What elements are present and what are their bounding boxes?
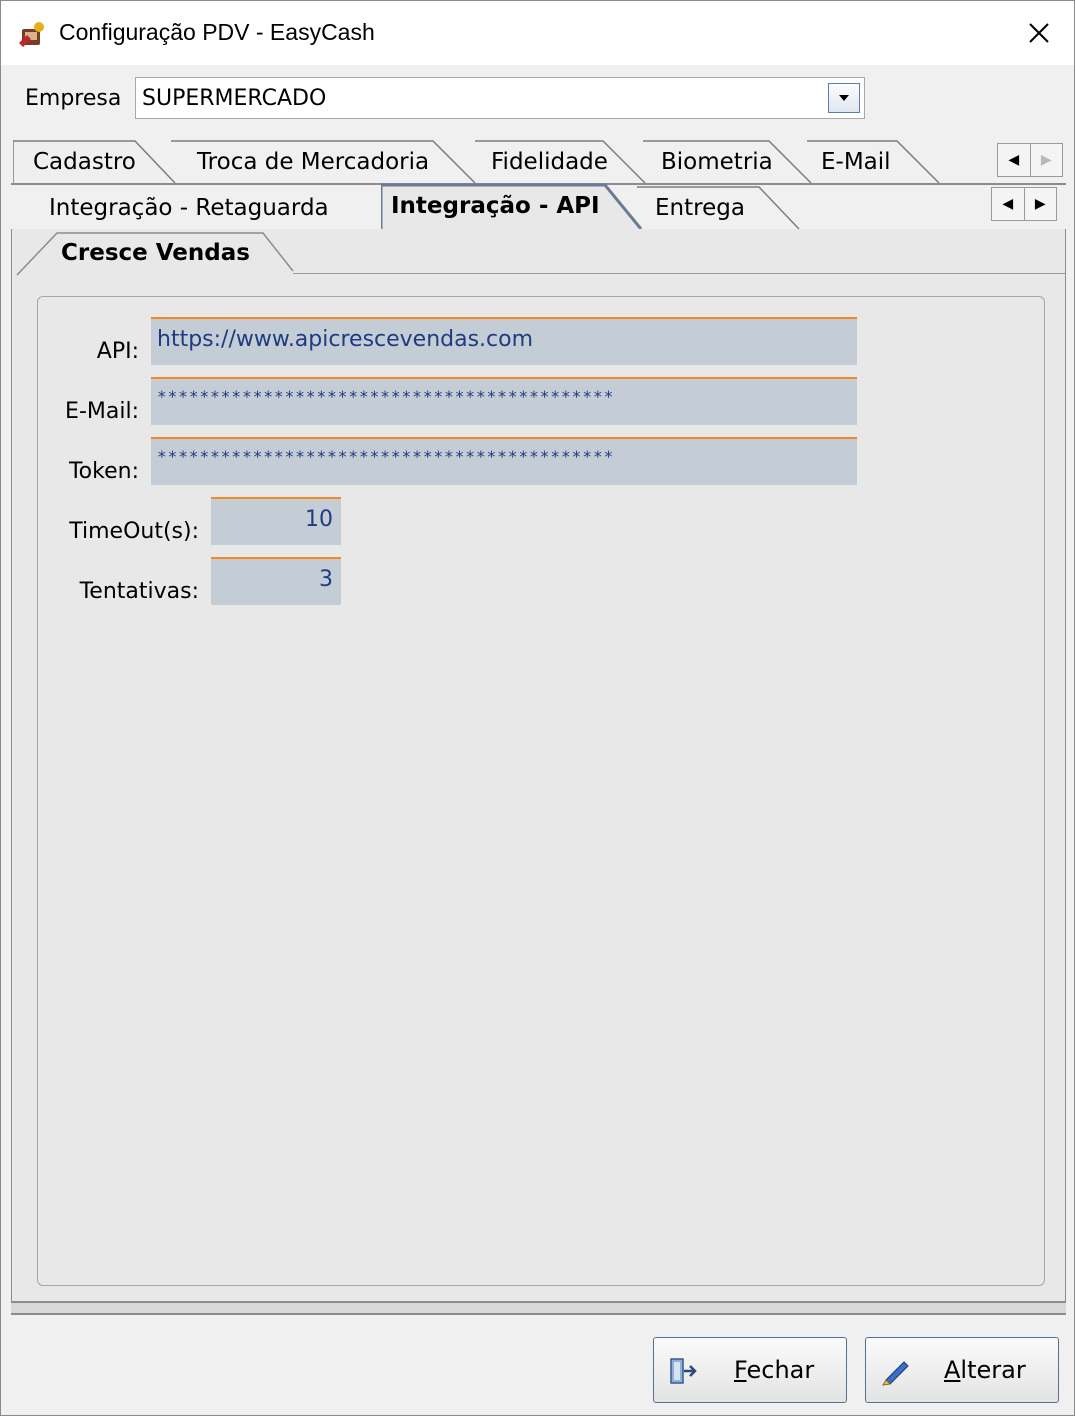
fechar-button[interactable]: Fechar	[653, 1337, 847, 1403]
close-button[interactable]	[1004, 1, 1074, 65]
window-title: Configuração PDV - EasyCash	[59, 19, 375, 45]
tab-fidelidade[interactable]: Fidelidade	[475, 139, 657, 185]
fechar-label: Fechar	[734, 1356, 815, 1384]
dropdown-button[interactable]	[828, 83, 860, 113]
token-field[interactable]: ****************************************…	[151, 437, 857, 485]
exit-door-icon	[668, 1356, 698, 1386]
tab-cadastro[interactable]: Cadastro	[13, 139, 183, 185]
tentativas-field[interactable]: 3	[211, 557, 341, 605]
tentativas-label: Tentativas:	[79, 579, 199, 604]
alterar-button[interactable]: Alterar	[865, 1337, 1059, 1403]
alterar-label: Alterar	[944, 1356, 1026, 1384]
tab-label: Cadastro	[33, 149, 136, 175]
tab-label: Integração - Retaguarda	[49, 195, 329, 221]
subtab-divider	[293, 273, 1065, 274]
email-field[interactable]: ****************************************…	[151, 377, 857, 425]
tab-biometria[interactable]: Biometria	[643, 139, 823, 185]
scroll-right-icon[interactable]: ▶	[1029, 144, 1063, 176]
tab-label: Entrega	[655, 195, 745, 221]
easycash-app-icon	[17, 19, 47, 49]
email-label: E-Mail:	[65, 399, 139, 424]
tab-scroller-row1[interactable]: ◀ ▶	[997, 143, 1063, 177]
subtab-label: Cresce Vendas	[61, 240, 250, 266]
tab-integracao-api[interactable]: Integração - API	[381, 183, 643, 231]
api-label: API:	[96, 339, 139, 364]
tab-scroller-row2[interactable]: ◀ ▶	[991, 187, 1057, 221]
tab-label: Troca de Mercadoria	[197, 149, 430, 175]
timeout-label: TimeOut(s):	[69, 519, 199, 544]
tab-integracao-retaguarda[interactable]: Integração - Retaguarda	[13, 185, 393, 231]
title-bar: Configuração PDV - EasyCash	[1, 1, 1074, 65]
scroll-left-icon[interactable]: ◀	[992, 188, 1024, 220]
tab-entrega[interactable]: Entrega	[637, 185, 807, 231]
subtab-cresce-vendas[interactable]: Cresce Vendas	[13, 231, 295, 276]
scroll-right-icon[interactable]: ▶	[1023, 188, 1057, 220]
api-field[interactable]: https://www.apicrescevendas.com	[151, 317, 857, 365]
tab-label: Integração - API	[391, 193, 600, 219]
chevron-down-icon	[839, 95, 849, 101]
empresa-select[interactable]: SUPERMERCADO	[135, 77, 865, 119]
tab-e-mail[interactable]: E-Mail	[807, 139, 949, 185]
timeout-field[interactable]: 10	[211, 497, 341, 545]
tab-troca-de-mercadoria[interactable]: Troca de Mercadoria	[171, 139, 493, 185]
scroll-left-icon[interactable]: ◀	[998, 144, 1030, 176]
tab-label: Fidelidade	[491, 149, 608, 175]
pencil-icon	[880, 1356, 910, 1386]
empresa-value: SUPERMERCADO	[142, 86, 327, 111]
tab-label: Biometria	[661, 149, 773, 175]
empresa-label: Empresa	[25, 86, 122, 111]
bottom-separator	[11, 1301, 1066, 1315]
tab-label: E-Mail	[821, 149, 891, 175]
token-label: Token:	[68, 459, 139, 484]
config-window: Configuração PDV - EasyCash Empresa SUPE…	[0, 0, 1075, 1416]
close-icon	[1029, 23, 1049, 43]
